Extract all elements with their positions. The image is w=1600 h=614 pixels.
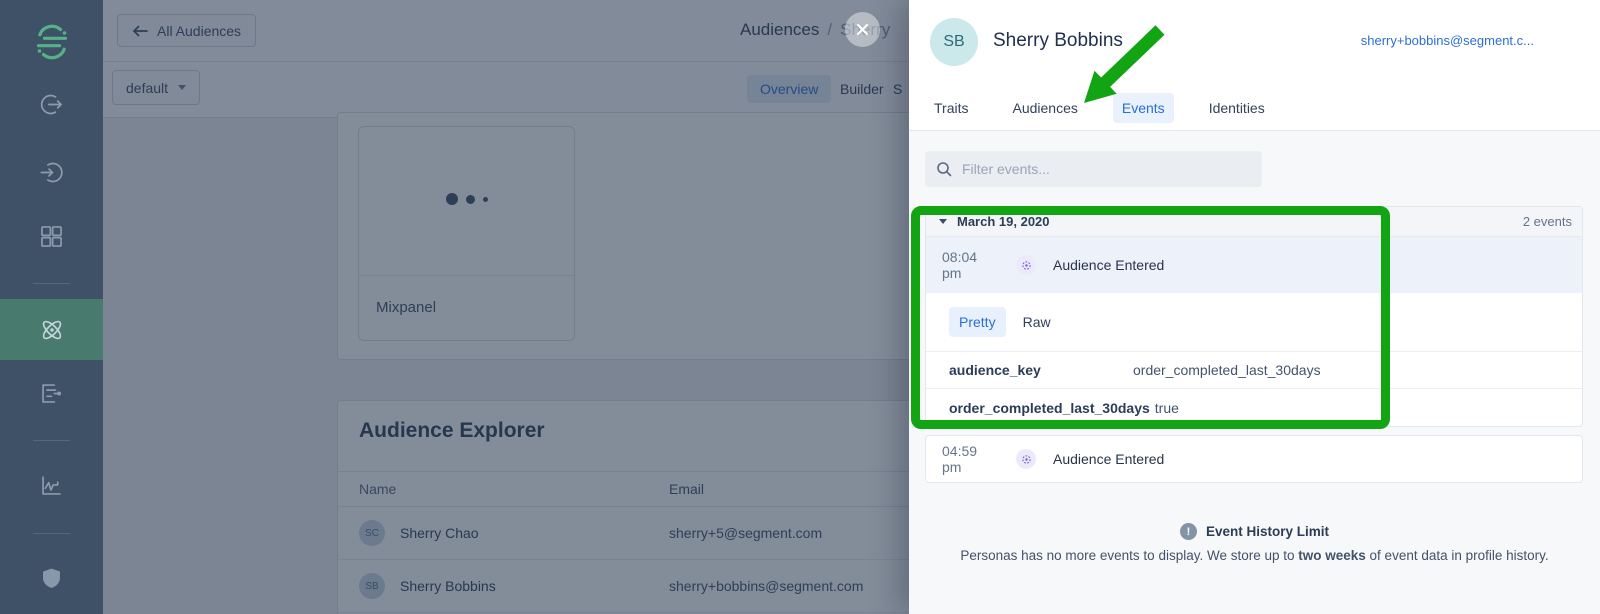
property-key: order_completed_last_30days: [949, 400, 1155, 416]
arrow-in-circle-icon: [38, 159, 65, 186]
history-message-prefix: Personas has no more events to display. …: [960, 548, 1298, 563]
analytics-chart-icon: [38, 472, 65, 499]
property-row: audience_key order_completed_last_30days: [926, 352, 1582, 389]
atom-icon: [38, 316, 66, 344]
grid-icon: [38, 223, 65, 250]
sidebar-item-journeys[interactable]: [0, 365, 103, 421]
events-panel: March 19, 2020 2 events 08:04 pm Audienc…: [909, 131, 1600, 614]
sidebar-item-privacy[interactable]: [0, 550, 103, 606]
close-icon: [855, 22, 870, 37]
event-history-limit: ! Event History Limit Personas has no mo…: [909, 523, 1600, 563]
property-value: true: [1155, 400, 1179, 416]
event-name: Audience Entered: [1053, 257, 1164, 273]
property-value: order_completed_last_30days: [1133, 362, 1321, 378]
raw-tab[interactable]: Raw: [1023, 314, 1051, 330]
history-limit-message: Personas has no more events to display. …: [909, 548, 1600, 563]
history-message-bold: two weeks: [1298, 548, 1366, 563]
event-count: 2 events: [1523, 214, 1572, 229]
arrow-out-circle-icon: [38, 91, 65, 118]
event-row[interactable]: 04:59 pm Audience Entered: [925, 435, 1583, 483]
pretty-tab[interactable]: Pretty: [949, 307, 1006, 337]
audience-target-icon: [1016, 255, 1036, 275]
profile-header: SB Sherry Bobbins sherry+bobbins@segment…: [909, 0, 1600, 131]
history-message-suffix: of event data in profile history.: [1366, 548, 1549, 563]
sidebar-item-catalog[interactable]: [0, 208, 103, 264]
profile-drawer: SB Sherry Bobbins sherry+bobbins@segment…: [909, 0, 1600, 614]
tab-identities[interactable]: Identities: [1200, 93, 1274, 123]
event-date-header[interactable]: March 19, 2020 2 events: [926, 207, 1582, 237]
sidebar-item-personas[interactable]: [0, 299, 103, 360]
history-limit-title: Event History Limit: [1206, 524, 1329, 539]
sidebar: [0, 0, 103, 614]
sidebar-item-analytics[interactable]: [0, 457, 103, 513]
tab-audiences[interactable]: Audiences: [1003, 93, 1086, 123]
payload-view-tabs: Pretty Raw: [926, 293, 1582, 352]
alert-icon: !: [1180, 523, 1197, 540]
event-name: Audience Entered: [1053, 451, 1164, 467]
collapse-caret-icon: [939, 219, 947, 224]
event-detail: Pretty Raw audience_key order_completed_…: [926, 293, 1582, 426]
property-key: audience_key: [949, 362, 1133, 378]
segment-logo-icon[interactable]: [32, 22, 72, 62]
tab-events[interactable]: Events: [1113, 93, 1174, 123]
event-row[interactable]: 08:04 pm Audience Entered: [926, 237, 1582, 293]
profile-email-link[interactable]: sherry+bobbins@segment.c...: [1361, 33, 1534, 48]
profile-tabs: Traits Audiences Events Identities: [925, 93, 1274, 123]
tab-traits[interactable]: Traits: [925, 93, 977, 123]
sidebar-item-connections[interactable]: [0, 76, 103, 132]
event-time: 08:04 pm: [942, 249, 1000, 281]
event-time: 04:59 pm: [942, 443, 1000, 475]
property-row: order_completed_last_30days true: [926, 389, 1582, 426]
close-drawer-button[interactable]: [845, 12, 880, 47]
journeys-flow-icon: [38, 380, 65, 407]
event-date: March 19, 2020: [957, 214, 1050, 229]
audience-target-icon: [1016, 449, 1036, 469]
shield-icon: [38, 565, 65, 592]
profile-avatar: SB: [930, 18, 978, 66]
event-group-card: March 19, 2020 2 events 08:04 pm Audienc…: [925, 206, 1583, 427]
sidebar-item-destinations[interactable]: [0, 144, 103, 200]
profile-name: Sherry Bobbins: [993, 30, 1123, 52]
filter-events-input[interactable]: [925, 151, 1262, 187]
